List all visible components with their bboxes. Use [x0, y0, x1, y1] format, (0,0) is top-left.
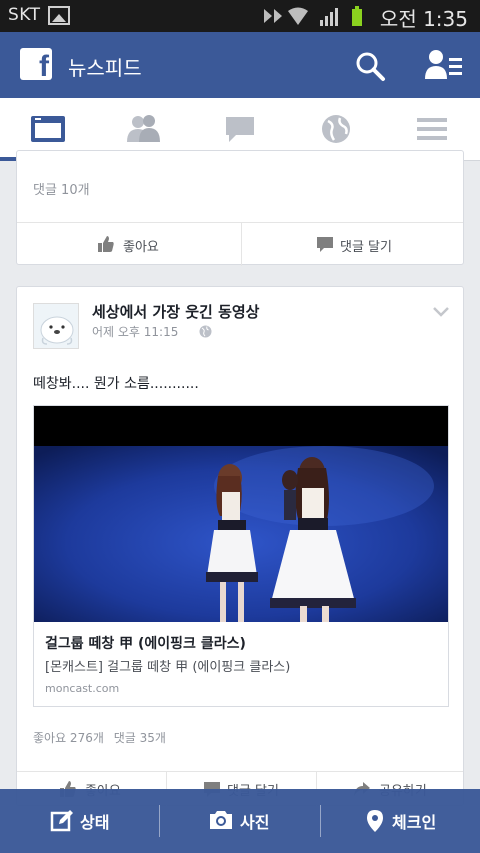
public-globe-icon [199, 325, 212, 338]
link-domain: moncast.com [45, 682, 120, 695]
menu-icon [417, 118, 447, 140]
like-button[interactable]: 좋아요 [17, 223, 241, 266]
checkin-label: 체크인 [392, 813, 437, 832]
messages-icon [226, 117, 254, 142]
feed-post-card: 세상에서 가장 웃긴 동영상 어제 오후 11:15 떼창봐.... 뭔가 소름… [16, 286, 464, 807]
edit-status-icon [50, 810, 73, 832]
status-button[interactable]: 상태 [0, 789, 160, 853]
thumbs-up-icon [98, 236, 114, 252]
status-label: 상태 [80, 813, 110, 832]
page-name[interactable]: 세상에서 가장 웃긴 동영상 [92, 301, 259, 322]
comment-icon [317, 237, 333, 252]
search-icon[interactable] [354, 50, 386, 82]
post-stats[interactable]: 좋아요 276개 댓글 35개 [33, 729, 166, 746]
like-label: 좋아요 [123, 240, 159, 255]
status-bar: SKT 오전 1:35 [0, 0, 480, 32]
link-description: [몬캐스트] 걸그룹 떼창 甲 (에이핑크 클라스) [45, 660, 291, 675]
checkin-button[interactable]: 체크인 [320, 789, 480, 853]
comment-count[interactable]: 댓글 10개 [33, 179, 90, 198]
feed-post-card: 댓글 10개 좋아요 댓글 달기 [16, 150, 465, 266]
camera-icon [210, 811, 232, 829]
comment-count[interactable]: 댓글 35개 [114, 731, 166, 745]
shared-link-card[interactable]: 걸그룹 떼창 甲 (에이핑크 클라스) [몬캐스트] 걸그룹 떼창 甲 (에이핑… [33, 405, 449, 707]
video-thumbnail[interactable] [34, 406, 448, 622]
notifications-globe-icon [322, 115, 350, 143]
post-text: 떼창봐.... 뭔가 소름........... [33, 376, 199, 392]
clock: 오전 1:35 [379, 7, 468, 31]
post-timestamp[interactable]: 어제 오후 11:15 [92, 323, 178, 340]
carrier-label: SKT [8, 5, 41, 25]
composer-bar: 상태 사진 체크인 [0, 789, 480, 853]
system-status-icons [264, 6, 362, 26]
friend-requests-icon [127, 115, 160, 142]
comment-button[interactable]: 댓글 달기 [241, 223, 465, 266]
friends-list-icon[interactable] [424, 48, 464, 82]
like-count[interactable]: 좋아요 276개 [33, 731, 104, 745]
page-title: 뉴스피드 [68, 56, 142, 80]
photo-button[interactable]: 사진 [160, 789, 320, 853]
newsfeed-icon [31, 116, 65, 142]
comment-label: 댓글 달기 [340, 240, 392, 255]
link-title: 걸그룹 떼창 甲 (에이핑크 클라스) [45, 636, 246, 652]
page-avatar[interactable] [33, 303, 79, 349]
photo-label: 사진 [240, 813, 270, 832]
seal-avatar-icon [34, 304, 78, 348]
chevron-down-icon[interactable] [433, 307, 449, 317]
location-pin-icon [367, 810, 383, 832]
facebook-logo-icon[interactable]: f [20, 48, 52, 83]
gallery-notification-icon [48, 6, 70, 25]
app-header: f 뉴스피드 [0, 32, 480, 98]
